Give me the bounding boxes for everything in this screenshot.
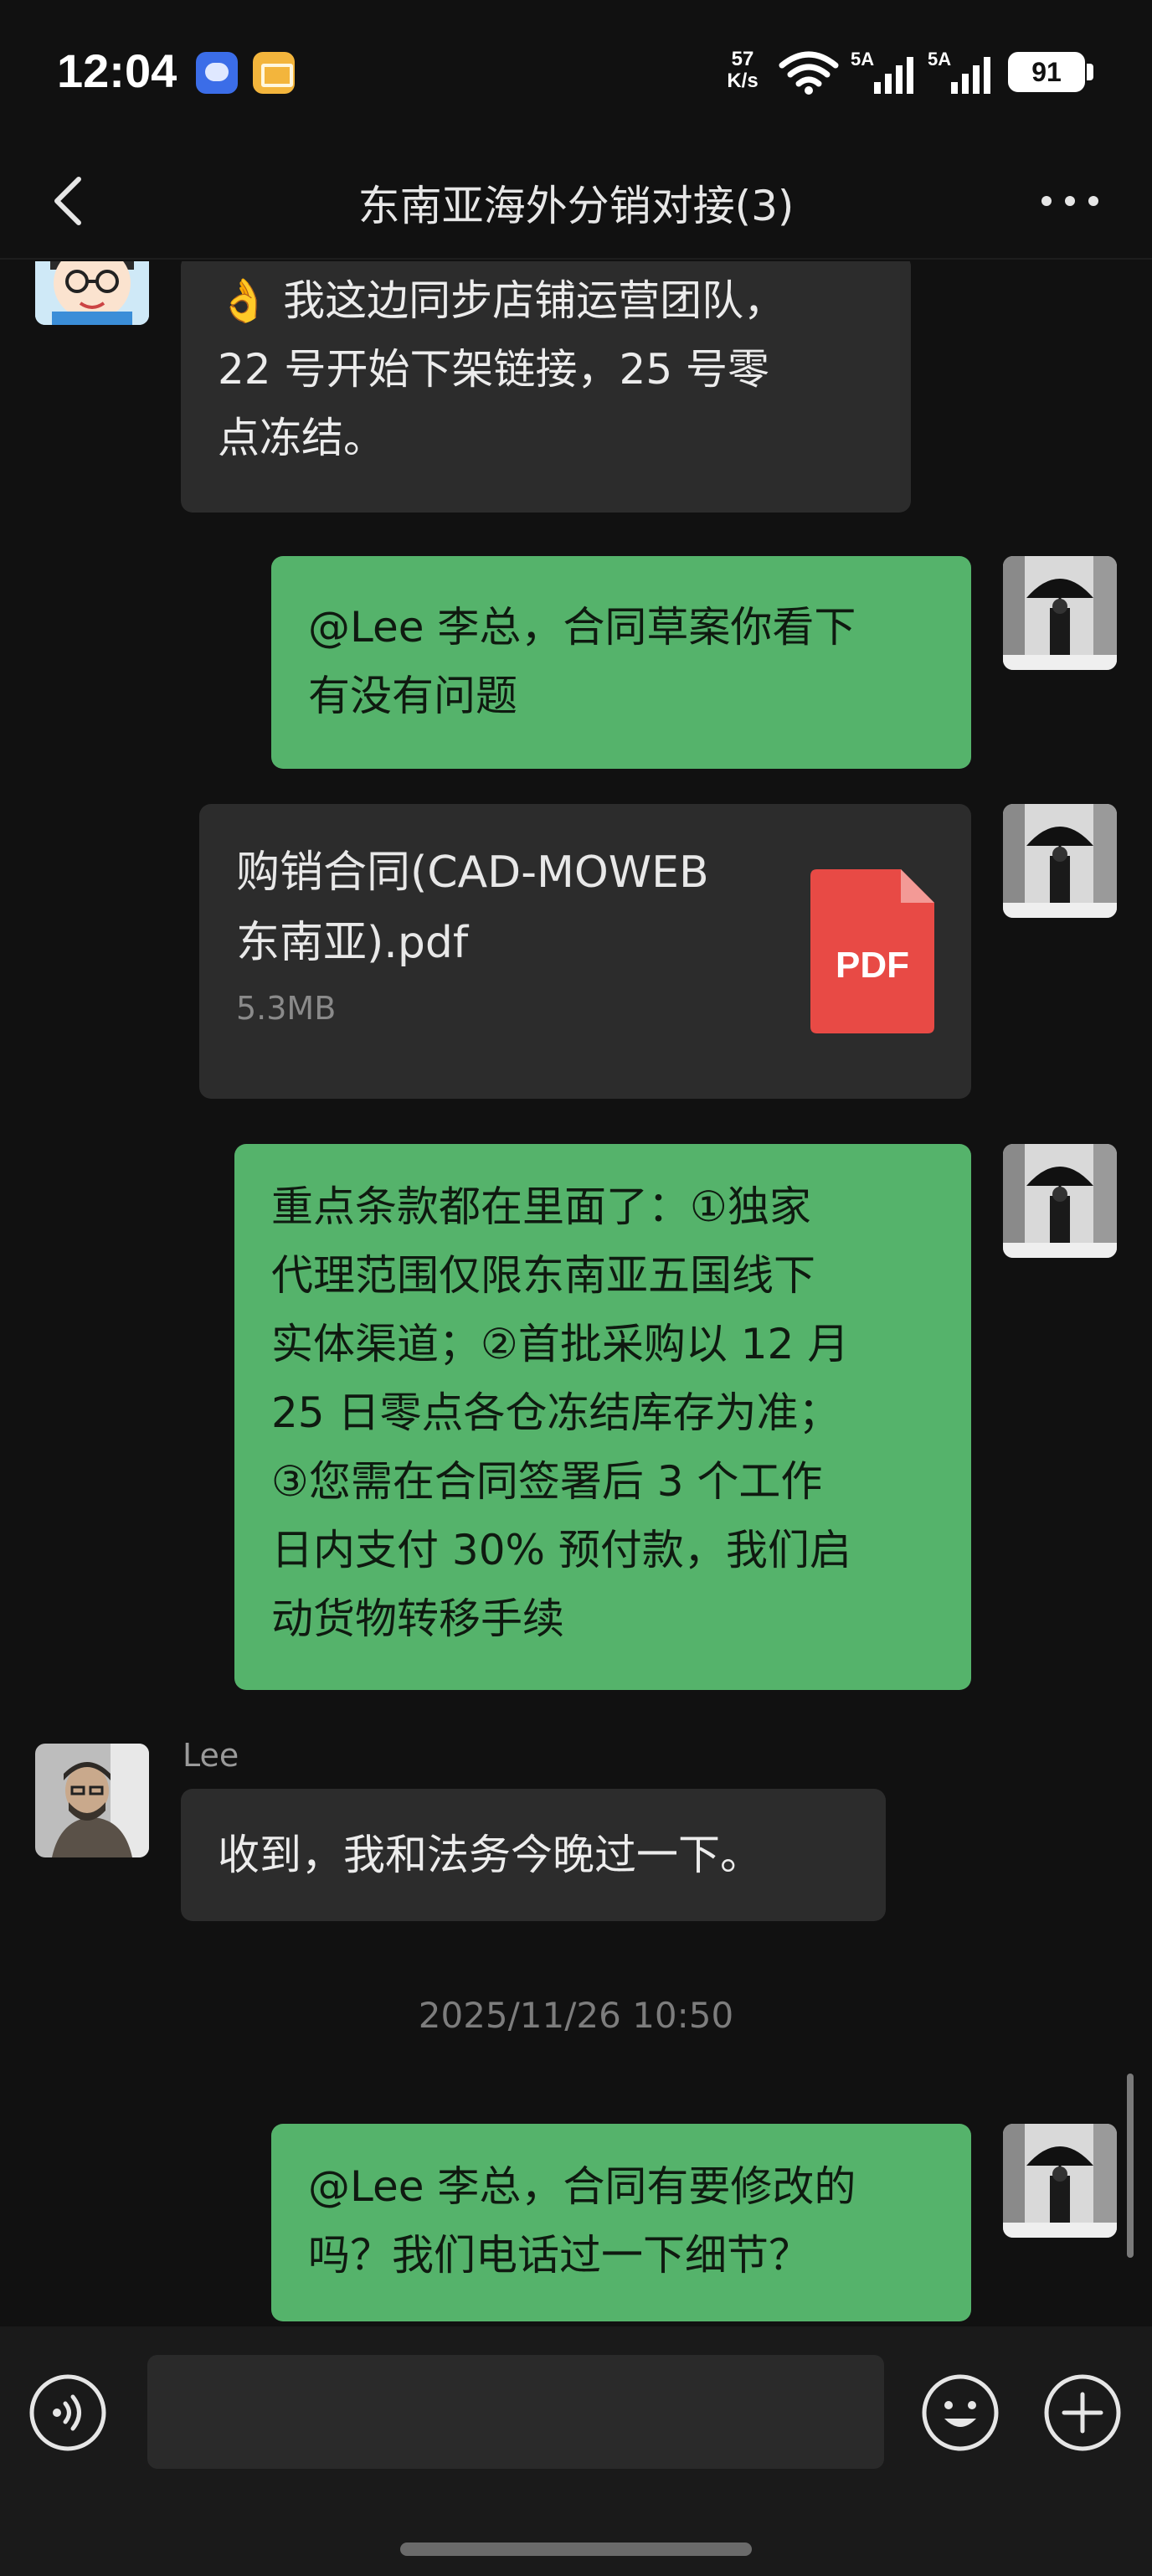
message-text-line: 代理范围仅限东南亚五国线下 xyxy=(271,1251,815,1300)
plus-icon[interactable] xyxy=(1043,2373,1122,2452)
signal-strength-2: 5A xyxy=(928,49,995,95)
message-text-line: 👌 我这边同步店铺运营团队， xyxy=(218,276,786,325)
avatar-self[interactable] xyxy=(1003,2124,1117,2238)
message-text-line: @Lee 李总，合同有要修改的 xyxy=(308,2162,856,2211)
network-speed: 57 K/s xyxy=(722,49,764,92)
avatar-self[interactable] xyxy=(1003,556,1117,670)
battery-icon: 91 xyxy=(1008,52,1085,92)
chevron-left-icon[interactable] xyxy=(40,167,99,234)
signal-bars-icon xyxy=(874,57,913,94)
message-text-line: 点冻结。 xyxy=(218,414,385,462)
message-text-line: 吗？我们电话过一下细节？ xyxy=(308,2231,810,2280)
voice-icon[interactable] xyxy=(28,2373,107,2452)
file-message-card[interactable]: 购销合同(CAD-MOWEB 东南亚).pdf 5.3MB PDF xyxy=(199,804,971,1099)
message-bubble-outgoing[interactable]: 重点条款都在里面了：①独家 代理范围仅限东南亚五国线下 实体渠道；②首批采购以 … xyxy=(234,1144,971,1690)
message-text-line: 有没有问题 xyxy=(308,672,517,720)
status-time: 12:04 xyxy=(57,44,177,97)
message-bubble-incoming[interactable]: 👌 我这边同步店铺运营团队， 22 号开始下架链接，25 号零 点冻结。 xyxy=(181,261,911,513)
avatar-cartoon[interactable] xyxy=(35,261,149,325)
emoji-icon[interactable] xyxy=(921,2373,1000,2452)
battery-tip xyxy=(1087,64,1093,80)
message-list[interactable]: 👌 我这边同步店铺运营团队， 22 号开始下架链接，25 号零 点冻结。 @Le… xyxy=(0,261,1152,2326)
wifi-icon xyxy=(779,51,839,95)
mail-notification-icon xyxy=(253,52,295,94)
file-size: 5.3MB xyxy=(236,990,337,1027)
chat-scrollbar[interactable] xyxy=(1127,2074,1134,2258)
avatar-lee[interactable] xyxy=(35,1744,149,1857)
person-photo-avatar-icon xyxy=(35,1744,149,1857)
battery-level: 91 xyxy=(1031,57,1062,87)
network-speed-value: 57 xyxy=(731,48,754,70)
pdf-file-icon: PDF xyxy=(810,869,934,1033)
chat-timestamp: 2025/11/26 10:50 xyxy=(418,1995,734,2036)
input-bar xyxy=(0,2326,1152,2576)
sender-name: Lee xyxy=(183,1737,239,1774)
umbrella-photo-avatar-icon xyxy=(1003,1144,1117,1258)
signal-1-label: 5A xyxy=(851,49,875,70)
chat-header: 东南亚海外分销对接(3) xyxy=(0,142,1152,260)
network-speed-unit: K/s xyxy=(727,70,759,92)
message-text-line: 25 日零点各仓冻结库存为准； xyxy=(271,1388,841,1437)
status-bar: 12:04 57 K/s 5A 5A 91 xyxy=(0,0,1152,142)
avatar-self[interactable] xyxy=(1003,1144,1117,1258)
message-text-line: 动货物转移手续 xyxy=(271,1595,564,1643)
more-dots-icon[interactable] xyxy=(1030,178,1110,224)
message-bubble-incoming[interactable]: 收到，我和法务今晚过一下。 xyxy=(181,1789,886,1921)
signal-strength-1: 5A xyxy=(851,49,918,95)
umbrella-photo-avatar-icon xyxy=(1003,556,1117,670)
signal-bars-icon xyxy=(951,57,990,94)
signal-2-label: 5A xyxy=(928,49,952,70)
message-input[interactable] xyxy=(147,2355,884,2469)
message-text: 收到，我和法务今晚过一下。 xyxy=(218,1831,762,1879)
message-bubble-outgoing[interactable]: @Lee 李总，合同有要修改的 吗？我们电话过一下细节？ xyxy=(271,2124,971,2321)
message-bubble-outgoing[interactable]: @Lee 李总，合同草案你看下 有没有问题 xyxy=(271,556,971,769)
pdf-label: PDF xyxy=(836,945,909,986)
message-text-line: 实体渠道；②首批采购以 12 月 xyxy=(271,1320,850,1368)
message-text-line: 重点条款都在里面了：①独家 xyxy=(271,1182,811,1231)
message-text-line: 日内支付 30% 预付款，我们启 xyxy=(271,1526,851,1574)
message-text-line: ③您需在合同签署后 3 个工作 xyxy=(271,1457,823,1506)
chat-title: 东南亚海外分销对接(3) xyxy=(357,182,795,230)
message-text-line: @Lee 李总，合同草案你看下 xyxy=(308,603,856,652)
avatar-self[interactable] xyxy=(1003,804,1117,918)
cartoon-avatar-icon xyxy=(35,261,149,325)
umbrella-photo-avatar-icon xyxy=(1003,804,1117,918)
message-text-line: 22 号开始下架链接，25 号零 xyxy=(218,345,770,394)
home-indicator[interactable] xyxy=(400,2543,752,2556)
umbrella-photo-avatar-icon xyxy=(1003,2124,1117,2238)
file-name: 购销合同(CAD-MOWEB 东南亚).pdf xyxy=(236,837,772,978)
file-name-line: 东南亚).pdf xyxy=(236,918,469,968)
message-notification-icon xyxy=(196,52,238,94)
file-name-line: 购销合同(CAD-MOWEB xyxy=(236,848,709,898)
